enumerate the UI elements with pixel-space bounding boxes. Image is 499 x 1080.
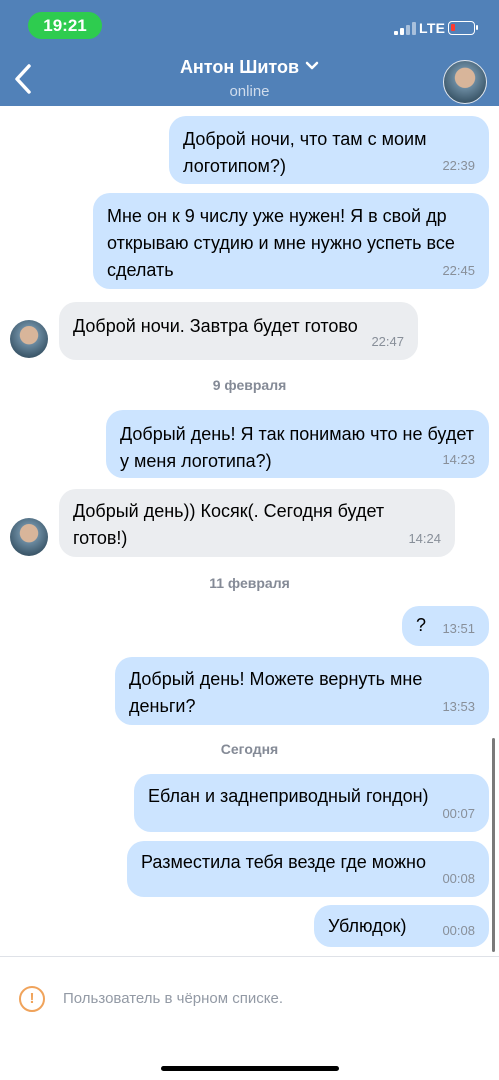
- message-time: 13:53: [442, 699, 475, 714]
- date-separator: 11 февраля: [209, 575, 290, 591]
- message-text: Добрый день! Я так понимаю что не будет …: [120, 424, 474, 471]
- message-time: 13:51: [442, 621, 475, 636]
- message-text: Доброй ночи, что там с моим логотипом?): [183, 129, 427, 176]
- chat-title-block[interactable]: Антон Шитов online: [100, 57, 399, 100]
- chat-header: 19:21 LTE Антон Шитов online: [0, 0, 499, 106]
- message-text: Доброй ночи. Завтра будет готово: [73, 316, 358, 336]
- message-time: 00:07: [442, 806, 475, 821]
- message-text: Еблан и заднеприводный гондон): [148, 786, 429, 806]
- message-outgoing[interactable]: Доброй ночи, что там с моим логотипом?) …: [169, 116, 489, 184]
- battery-icon: [448, 21, 478, 35]
- message-outgoing[interactable]: Мне он к 9 числу уже нужен! Я в свой др …: [93, 193, 489, 289]
- message-outgoing[interactable]: Ублюдок) 00:08: [314, 905, 489, 947]
- message-outgoing[interactable]: Добрый день! Можете вернуть мне деньги? …: [115, 657, 489, 725]
- signal-icon: [394, 21, 416, 35]
- message-incoming[interactable]: Доброй ночи. Завтра будет готово 22:47: [59, 302, 418, 360]
- home-indicator[interactable]: [161, 1066, 339, 1071]
- scrollbar[interactable]: [492, 738, 495, 952]
- contact-avatar[interactable]: [443, 60, 487, 104]
- message-time: 14:23: [442, 452, 475, 467]
- message-outgoing[interactable]: ? 13:51: [402, 606, 489, 646]
- message-time: 00:08: [442, 923, 475, 938]
- blocked-notice: Пользователь в чёрном списке.: [63, 990, 283, 1007]
- message-time: 22:47: [371, 334, 404, 349]
- contact-avatar[interactable]: [10, 518, 48, 556]
- chevron-down-icon[interactable]: [305, 61, 319, 71]
- message-time: 22:45: [442, 263, 475, 278]
- message-text: Мне он к 9 числу уже нужен! Я в свой др …: [107, 206, 455, 280]
- message-list[interactable]: Доброй ночи, что там с моим логотипом?) …: [0, 106, 499, 956]
- message-outgoing[interactable]: Разместила тебя везде где можно 00:08: [127, 841, 489, 897]
- message-time: 22:39: [442, 158, 475, 173]
- blocked-notice-bar: ! Пользователь в чёрном списке.: [0, 956, 499, 1080]
- message-time: 14:24: [408, 531, 441, 546]
- status-time: 19:21: [28, 12, 102, 39]
- date-separator: 9 февраля: [212, 377, 287, 393]
- message-time: 00:08: [442, 871, 475, 886]
- message-incoming[interactable]: Добрый день)) Косяк(. Сегодня будет гото…: [59, 489, 455, 557]
- message-text: Добрый день! Можете вернуть мне деньги?: [129, 669, 423, 716]
- message-text: Добрый день)) Косяк(. Сегодня будет гото…: [73, 501, 385, 548]
- message-outgoing[interactable]: Еблан и заднеприводный гондон) 00:07: [134, 774, 489, 832]
- contact-avatar[interactable]: [10, 320, 48, 358]
- message-outgoing[interactable]: Добрый день! Я так понимаю что не будет …: [106, 410, 489, 478]
- message-text: Разместила тебя везде где можно: [141, 852, 426, 872]
- back-arrow-icon[interactable]: [12, 63, 36, 95]
- warning-icon: !: [19, 986, 45, 1012]
- date-separator: Сегодня: [220, 741, 279, 757]
- network-type: LTE: [419, 20, 446, 36]
- online-status: online: [229, 83, 270, 100]
- contact-name[interactable]: Антон Шитов: [180, 57, 299, 78]
